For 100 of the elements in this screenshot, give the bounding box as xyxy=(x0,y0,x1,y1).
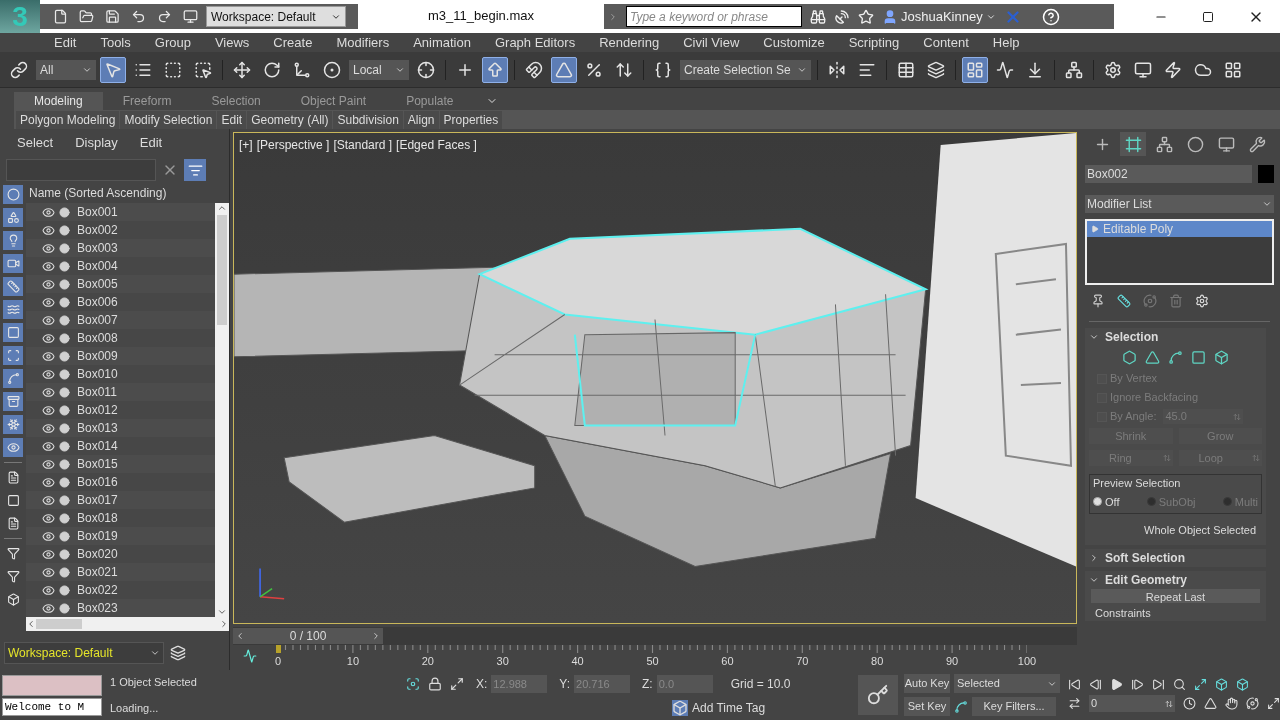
menu-item[interactable]: Customize xyxy=(763,32,825,53)
explorer-menu-item[interactable]: Edit xyxy=(139,133,163,153)
coordinate-label: Y: xyxy=(559,676,571,693)
ribbon-tab[interactable]: Modeling xyxy=(14,92,103,110)
menu-item[interactable]: Help xyxy=(992,32,1020,53)
menu-item[interactable]: Rendering xyxy=(599,32,660,53)
object-name: Box013 xyxy=(77,420,118,437)
explorer-row[interactable]: Box008 xyxy=(26,329,215,347)
rollout-header[interactable]: Soft Selection xyxy=(1085,548,1266,567)
frame-label: 100 xyxy=(1017,654,1037,669)
frame-label: 80 xyxy=(871,654,884,669)
explorer-row[interactable]: Box022 xyxy=(26,581,215,599)
explorer-row[interactable]: Box003 xyxy=(26,239,215,257)
explorer-menu-item[interactable]: Display xyxy=(75,133,118,153)
frame-label: 20 xyxy=(421,654,434,669)
viewport-label[interactable]: [Edged Faces ] xyxy=(396,136,477,154)
ribbon-panel-tab[interactable]: Geometry (All) xyxy=(247,110,333,129)
column-header[interactable]: Name (Sorted Ascending) xyxy=(26,183,229,203)
ribbon-panel-tab[interactable]: Edit xyxy=(217,110,247,129)
ribbon-tab[interactable]: Freeform xyxy=(102,92,192,110)
time-slider-thumb[interactable]: 0 / 100 xyxy=(233,628,383,644)
object-name: Box010 xyxy=(77,366,118,383)
listener-output[interactable]: Welcome to M xyxy=(2,697,102,716)
menu-item[interactable]: Views xyxy=(214,32,250,53)
ribbon-panel-tab[interactable]: Modify Selection xyxy=(120,110,217,129)
explorer-row[interactable]: Box013 xyxy=(26,419,215,437)
selection-status: Whole Object Selected xyxy=(1143,523,1257,538)
menu-item[interactable]: Graph Editors xyxy=(494,32,576,53)
explorer-row[interactable]: Box005 xyxy=(26,275,215,293)
menu-item[interactable]: Content xyxy=(923,32,969,53)
explorer-row[interactable]: Box014 xyxy=(26,437,215,455)
explorer-menu-item[interactable]: Select xyxy=(17,133,54,153)
toolbar-dropdown[interactable]: All xyxy=(36,59,96,80)
explorer-row[interactable]: Box021 xyxy=(26,563,215,581)
time-tag-label[interactable]: Add Time Tag xyxy=(692,699,766,717)
object-name-field[interactable]: Box002 xyxy=(1085,165,1252,183)
repeat-last-button[interactable]: Repeat Last xyxy=(1091,588,1260,603)
object-name: Box005 xyxy=(77,276,118,293)
menu-item[interactable]: Scripting xyxy=(848,32,900,53)
explorer-row[interactable]: Box019 xyxy=(26,527,215,545)
frame-label: 70 xyxy=(796,654,809,669)
viewport-label[interactable]: [Standard ] xyxy=(333,136,393,154)
explorer-row[interactable]: Box012 xyxy=(26,401,215,419)
explorer-row[interactable]: Box020 xyxy=(26,545,215,563)
menu-item[interactable]: Edit xyxy=(54,32,77,53)
explorer-row[interactable]: Box011 xyxy=(26,383,215,401)
coordinate-label: Z: xyxy=(642,676,653,693)
menu-item[interactable]: Create xyxy=(273,32,313,53)
explorer-row[interactable]: Box004 xyxy=(26,257,215,275)
current-frame-field[interactable]: 0 xyxy=(1089,695,1175,712)
explorer-row[interactable]: Box017 xyxy=(26,491,215,509)
object-name: Box014 xyxy=(77,438,118,455)
workspace-dropdown[interactable]: Workspace: Default xyxy=(206,6,346,27)
explorer-row[interactable]: Box006 xyxy=(26,293,215,311)
explorer-row[interactable]: Box016 xyxy=(26,473,215,491)
explorer-row[interactable]: Box002 xyxy=(26,221,215,239)
toolbar-dropdown[interactable]: Local xyxy=(349,59,409,80)
object-name: Box020 xyxy=(77,546,118,563)
explorer-row[interactable]: Box001 xyxy=(26,203,215,221)
object-name: Box003 xyxy=(77,240,118,257)
menu-item[interactable]: Modifiers xyxy=(336,32,390,53)
toolbar-dropdown[interactable]: Create Selection Se xyxy=(680,59,811,80)
group-title: Constraints xyxy=(1094,605,1152,621)
explorer-row[interactable]: Box018 xyxy=(26,509,215,527)
viewport-label[interactable]: [Perspective ] xyxy=(256,136,330,154)
menu-item[interactable]: Animation xyxy=(413,32,471,53)
object-name: Box012 xyxy=(77,402,118,419)
explorer-row[interactable]: Box023 xyxy=(26,599,215,617)
rollout-header[interactable]: Selection xyxy=(1085,328,1266,346)
object-name: Box019 xyxy=(77,528,118,545)
auto-key-button[interactable]: Auto Key xyxy=(904,674,950,693)
key-mode-dropdown[interactable]: Selected xyxy=(954,674,1060,693)
explorer-row[interactable]: Box007 xyxy=(26,311,215,329)
explorer-row[interactable]: Box010 xyxy=(26,365,215,383)
explorer-row[interactable]: Box009 xyxy=(26,347,215,365)
viewport-label[interactable]: [+] xyxy=(239,136,253,154)
viewport[interactable]: [+] [Perspective ] [Standard ] [Edged Faces ] xyxy=(233,132,1077,624)
frame-label: 10 xyxy=(346,654,359,669)
rollout-header[interactable]: Edit Geometry xyxy=(1085,570,1266,589)
workspace-selector[interactable]: Workspace: Default xyxy=(4,642,164,664)
set-key-text-button[interactable]: Set Key xyxy=(904,697,950,716)
ribbon-tab[interactable]: Object Paint xyxy=(280,92,387,110)
key-filters-button[interactable]: Key Filters... xyxy=(972,697,1056,716)
object-name: Box009 xyxy=(77,348,118,365)
ribbon-panel-tab[interactable]: Align xyxy=(403,110,439,129)
menu-item[interactable]: Group xyxy=(154,32,191,53)
ribbon-tab[interactable]: Populate xyxy=(386,92,474,110)
ribbon-panel-tab[interactable]: Polygon Modeling xyxy=(16,110,120,129)
ribbon-panel-tab[interactable]: Properties xyxy=(439,110,503,129)
explorer-row[interactable]: Box015 xyxy=(26,455,215,473)
group-title: Preview Selection xyxy=(1093,476,1182,491)
menu-item[interactable]: Civil View xyxy=(683,32,740,53)
window-title: m3_11_begin.max xyxy=(428,6,534,25)
object-name: Box001 xyxy=(77,204,118,221)
modifier-list-dropdown[interactable]: Modifier List xyxy=(1085,195,1274,213)
ribbon-tab[interactable]: Selection xyxy=(191,92,281,110)
search-field[interactable]: Type a keyword or phrase xyxy=(626,6,802,27)
ribbon-panel-tab[interactable]: Subdivision xyxy=(333,110,403,129)
user-menu[interactable]: JoshuaKinney xyxy=(882,6,996,27)
menu-item[interactable]: Tools xyxy=(100,32,131,53)
